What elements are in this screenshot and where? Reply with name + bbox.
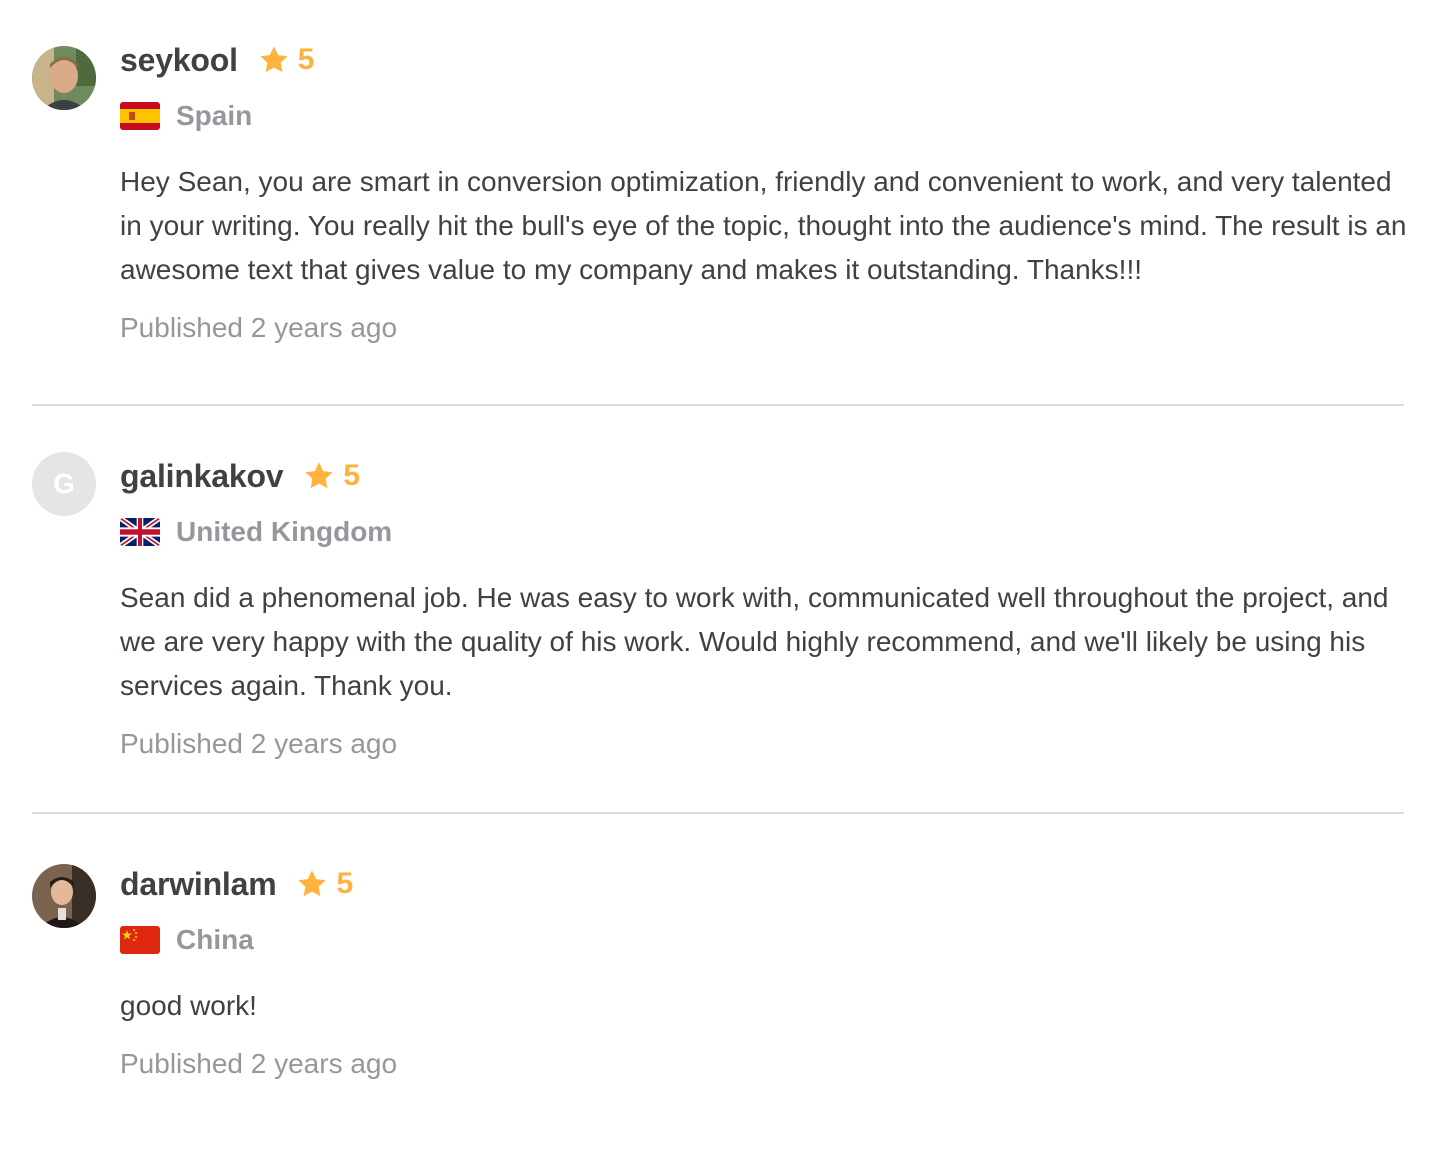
published-date: Published 2 years ago bbox=[120, 312, 398, 343]
avatar[interactable] bbox=[32, 46, 96, 110]
published-date: Published 2 years ago bbox=[120, 1048, 398, 1079]
reviewer-username[interactable]: galinkakov bbox=[120, 458, 284, 495]
reviewer-username[interactable]: seykool bbox=[120, 42, 238, 79]
reviewer-country: United Kingdom bbox=[176, 516, 393, 547]
star-icon bbox=[305, 462, 334, 489]
review-text: Hey Sean, you are smart in conversion op… bbox=[120, 166, 1407, 285]
avatar[interactable]: G bbox=[32, 452, 96, 516]
rating: 5 bbox=[296, 867, 353, 901]
review-item: G galinkakov 5 United Kingdom Sean did a… bbox=[32, 404, 1404, 812]
avatar[interactable] bbox=[32, 864, 96, 928]
rating: 5 bbox=[303, 459, 360, 493]
avatar-initial: G bbox=[53, 468, 75, 499]
flag-uk-icon bbox=[120, 518, 160, 546]
published-date: Published 2 years ago bbox=[120, 728, 398, 759]
review-item: darwinlam 5 China good work! Published 2… bbox=[32, 812, 1404, 1084]
rating-value: 5 bbox=[297, 43, 315, 76]
review-text: good work! bbox=[120, 990, 257, 1021]
flag-spain-icon bbox=[120, 102, 160, 130]
star-icon bbox=[260, 46, 288, 73]
rating: 5 bbox=[258, 43, 315, 77]
rating-value: 5 bbox=[343, 459, 361, 492]
user-photo-icon bbox=[32, 46, 96, 110]
reviewer-country: China bbox=[176, 924, 254, 955]
user-photo-icon bbox=[32, 864, 96, 928]
reviews-list: seykool 5 Spain Hey Sean, you are smart … bbox=[32, 0, 1407, 1084]
review-item: seykool 5 Spain Hey Sean, you are smart … bbox=[32, 0, 1407, 404]
review-text: Sean did a phenomenal job. He was easy t… bbox=[120, 582, 1389, 701]
flag-china-icon bbox=[120, 926, 160, 954]
rating-value: 5 bbox=[336, 867, 354, 900]
star-icon bbox=[298, 870, 327, 897]
reviewer-username[interactable]: darwinlam bbox=[120, 866, 277, 903]
reviewer-country: Spain bbox=[176, 100, 253, 131]
